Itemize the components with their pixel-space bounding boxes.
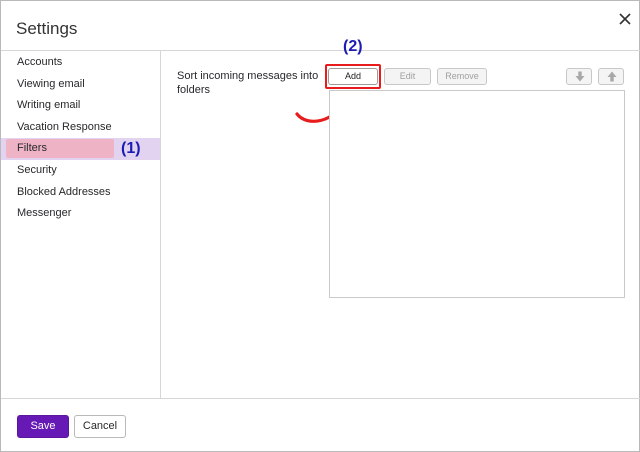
sidebar-divider	[160, 51, 161, 398]
sidebar-item-security[interactable]: Security	[1, 160, 160, 182]
header-divider	[1, 50, 640, 51]
sidebar-item-vacation-response[interactable]: Vacation Response	[1, 117, 160, 139]
sidebar-item-label: Vacation Response	[17, 120, 112, 133]
dialog-title: Settings	[16, 19, 78, 38]
remove-filter-button[interactable]: Remove	[437, 68, 487, 85]
sidebar-item-messenger[interactable]: Messenger	[1, 203, 160, 225]
sidebar-item-label: Messenger	[17, 207, 72, 220]
annotation-step-2: (2)	[343, 38, 363, 55]
sidebar-item-label: Filters	[17, 142, 47, 155]
sidebar-item-label: Viewing email	[17, 77, 85, 90]
settings-dialog: Settings Accounts Viewing email Writing …	[0, 0, 640, 452]
add-filter-button[interactable]: Add	[328, 68, 378, 85]
save-button[interactable]: Save	[17, 415, 69, 438]
sidebar-item-viewing-email[interactable]: Viewing email	[1, 74, 160, 96]
sidebar-item-label: Blocked Addresses	[17, 185, 111, 198]
arrow-down-icon	[575, 71, 585, 82]
sidebar-item-label: Accounts	[17, 56, 63, 68]
close-icon[interactable]	[617, 11, 633, 27]
sidebar-item-label: Writing email	[17, 99, 81, 112]
sidebar-item-blocked-addresses[interactable]: Blocked Addresses	[1, 182, 160, 204]
edit-filter-button[interactable]: Edit	[384, 68, 431, 85]
arrow-up-icon	[607, 71, 617, 82]
annotation-step-1: (1)	[121, 140, 141, 158]
sidebar-item-accounts[interactable]: Accounts	[1, 52, 160, 74]
move-up-button[interactable]	[598, 68, 624, 85]
sidebar-item-label: Security	[17, 163, 57, 176]
filter-list[interactable]	[329, 90, 625, 298]
sidebar-item-filters[interactable]: Filters (1)	[1, 138, 160, 160]
settings-sidebar: Accounts Viewing email Writing email Vac…	[1, 52, 160, 225]
move-down-button[interactable]	[566, 68, 592, 85]
sidebar-item-writing-email[interactable]: Writing email	[1, 95, 160, 117]
cancel-button[interactable]: Cancel	[74, 415, 126, 438]
footer-divider	[1, 398, 640, 399]
